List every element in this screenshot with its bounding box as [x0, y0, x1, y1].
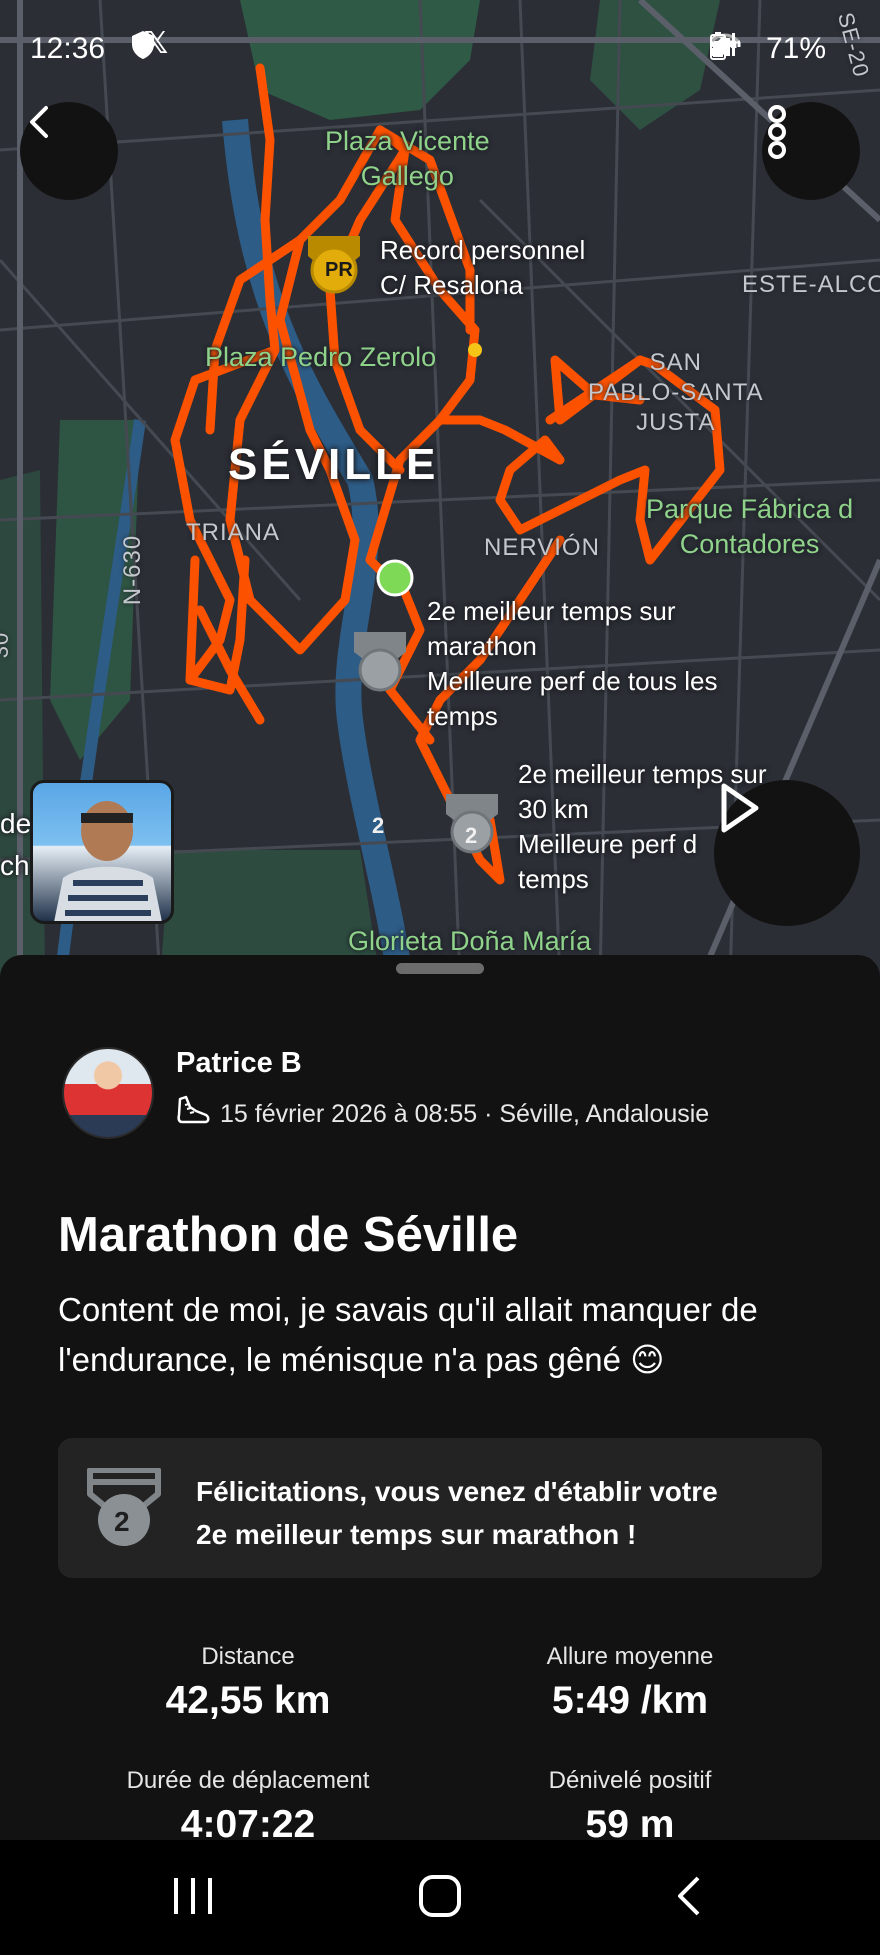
route-map[interactable]: PR 2 2 Plaza Vicente Gallego Record pers… [0, 0, 880, 980]
athlete-name[interactable]: Patrice B [176, 1047, 302, 1080]
edge-de-label: de [0, 808, 32, 839]
stat-label: Durée de déplacement [126, 1767, 370, 1794]
running-shoe-icon [176, 1095, 210, 1134]
stat-value: 42,55 km [165, 1679, 331, 1722]
edge-ch-label: ch [0, 850, 30, 881]
road-30-label: 30 [0, 631, 14, 659]
triana-label: TRIANA [186, 519, 281, 546]
stat-label: Distance [201, 1643, 295, 1670]
stat-distance: Distance 42,55 km [58, 1643, 438, 1723]
more-options-button[interactable] [762, 102, 860, 200]
activity-details-sheet[interactable]: Patrice B 15 février 2026 à 08:55 · Sévi… [0, 955, 880, 1846]
medal-number: 2 [114, 1506, 130, 1537]
avatar[interactable] [62, 1047, 154, 1139]
status-left-icons: 𝕏 [130, 29, 168, 59]
glorieta-label: Glorieta Doña María [348, 926, 592, 956]
chevron-left-icon [30, 106, 48, 138]
status-bar: 12:36 𝕏 71% [0, 0, 880, 100]
system-back-button[interactable] [672, 1874, 706, 1923]
activity-title: Marathon de Séville [58, 1208, 519, 1262]
home-icon [419, 1875, 461, 1917]
activity-description: Content de moi, je savais qu'il allait m… [58, 1291, 758, 1378]
road-n630-label: N-630 [119, 534, 147, 606]
stat-label: Allure moyenne [546, 1643, 714, 1670]
status-time: 12:36 [30, 32, 106, 65]
pr-record-label: Record personnel C/ Resalona [380, 235, 586, 300]
plaza-vicente-label: Plaza Vicente Gallego [325, 126, 490, 191]
system-navigation-bar [0, 1840, 880, 1955]
stat-value: 5:49 /km [551, 1679, 709, 1722]
photo-icon [54, 801, 162, 921]
plaza-pedro-label: Plaza Pedro Zerolo [205, 342, 437, 372]
pr-badge-label: PR [325, 259, 353, 281]
activity-meta: 15 février 2026 à 08:55 · Séville, Andal… [176, 1095, 709, 1134]
achievement-banner[interactable]: 2 Félicitations, vous venez d'établir vo… [58, 1438, 822, 1578]
status-right-icons: 71% [709, 32, 840, 66]
stat-moving-time: Durée de déplacement 4:07:22 [58, 1767, 438, 1847]
medal-2-number: 2 [465, 823, 478, 848]
back-button[interactable] [20, 102, 118, 200]
battery-percent: 71% [765, 32, 826, 65]
stat-pace: Allure moyenne 5:49 /km [440, 1643, 820, 1723]
home-button[interactable] [418, 1874, 462, 1923]
stat-label: Dénivelé positif [548, 1767, 712, 1794]
medal-1-number: 2 [372, 813, 385, 838]
nervion-label: NERVIÓN [484, 534, 600, 561]
recent-apps-button[interactable] [170, 1876, 216, 1921]
achievement-text: Félicitations, vous venez d'établir votr… [196, 1476, 718, 1550]
activity-date-location: 15 février 2026 à 08:55 · Séville, Andal… [220, 1100, 710, 1128]
stat-elevation-gain: Dénivelé positif 59 m [440, 1767, 820, 1847]
play-icon [721, 783, 759, 833]
recent-apps-icon [174, 1878, 212, 1914]
este-alc-label: ESTE-ALCO [742, 271, 880, 298]
parque-label: Parque Fábrica d Contadores [646, 494, 854, 559]
activity-photo-thumbnail[interactable] [30, 780, 174, 924]
chevron-left-icon [678, 1876, 700, 1916]
sheet-drag-handle[interactable] [396, 963, 484, 974]
best-marathon-label: 2e meilleur temps sur marathon Meilleure… [427, 596, 718, 731]
city-label: SÉVILLE [228, 440, 440, 489]
play-flyover-button[interactable] [714, 780, 860, 926]
san-pablo-label: SAN PABLO-SANTA JUSTA [588, 349, 764, 436]
more-vertical-icon [768, 105, 786, 159]
